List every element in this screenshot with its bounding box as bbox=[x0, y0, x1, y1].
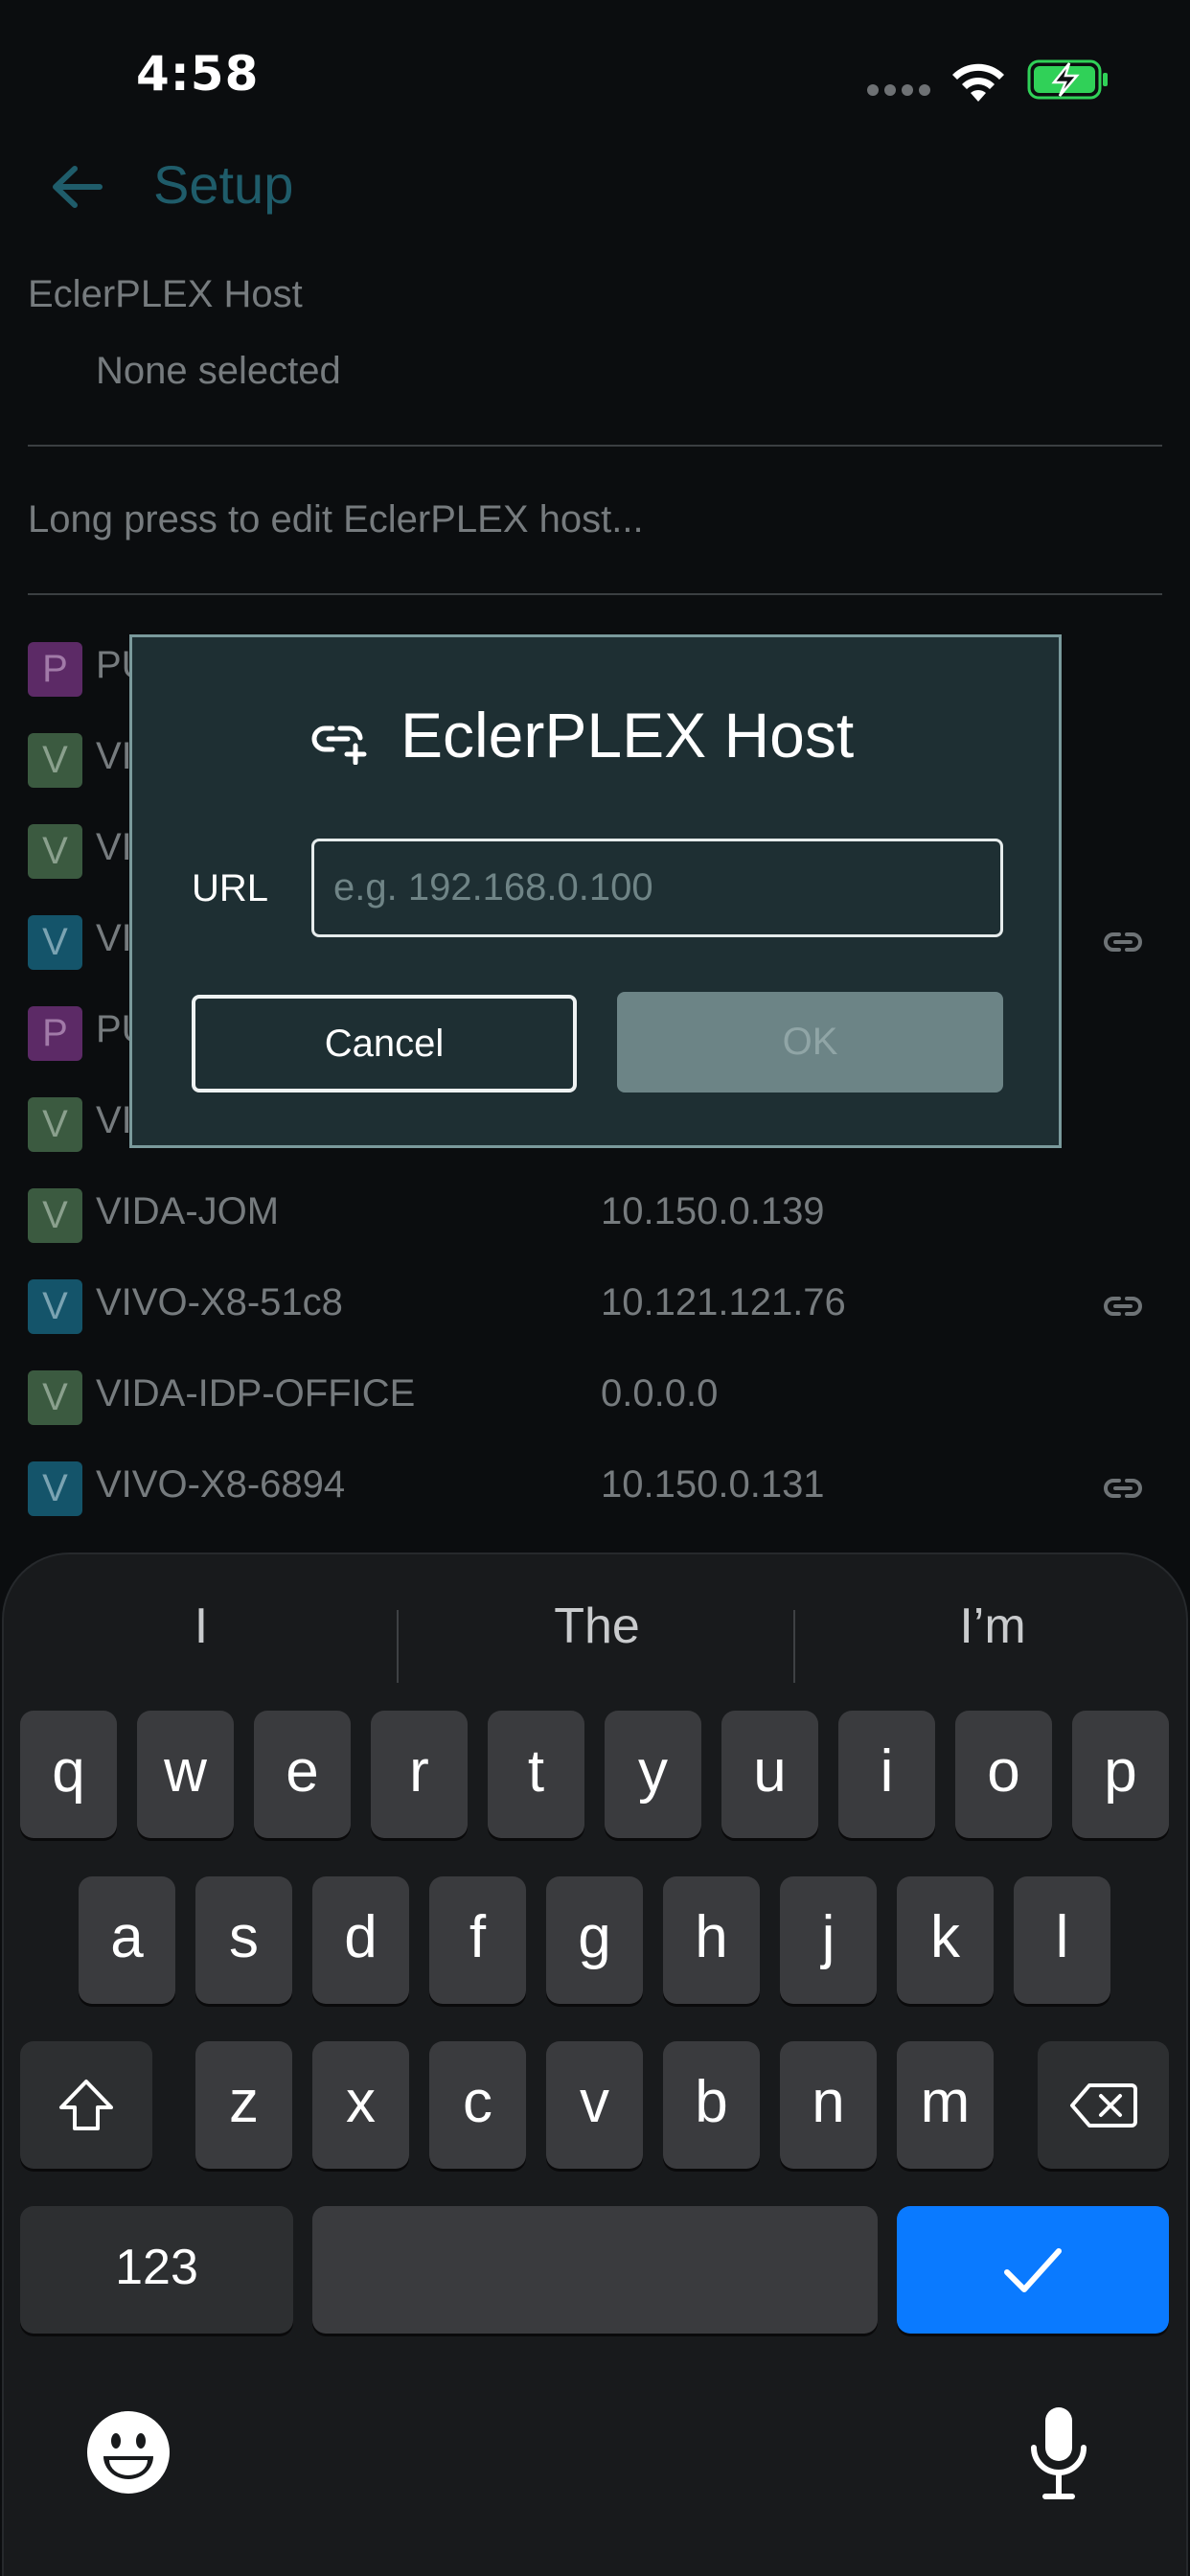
device-ip: 10.150.0.131 bbox=[601, 1463, 825, 1506]
device-name: VI bbox=[96, 735, 132, 777]
key-c[interactable]: c bbox=[429, 2041, 526, 2169]
device-type-badge: V bbox=[28, 1188, 82, 1243]
suggestion[interactable]: I’m bbox=[795, 1574, 1190, 1679]
key-k[interactable]: k bbox=[897, 1876, 994, 2004]
device-type-badge: V bbox=[28, 1461, 82, 1516]
page-title: Setup bbox=[153, 154, 294, 215]
key-q[interactable]: q bbox=[20, 1711, 117, 1838]
host-value[interactable]: None selected bbox=[96, 350, 341, 393]
key-v[interactable]: v bbox=[546, 2041, 643, 2169]
ok-button[interactable]: OK bbox=[617, 992, 1003, 1092]
status-time: 4:58 bbox=[136, 46, 260, 102]
list-item[interactable]: V VIVO-X8-51c8 10.121.121.76 bbox=[0, 1268, 1190, 1345]
checkmark-icon bbox=[1004, 2247, 1062, 2292]
device-type-badge: V bbox=[28, 1097, 82, 1152]
key-f[interactable]: f bbox=[429, 1876, 526, 2004]
url-input[interactable] bbox=[311, 839, 1003, 937]
device-type-badge: V bbox=[28, 1370, 82, 1425]
key-g[interactable]: g bbox=[546, 1876, 643, 2004]
link-icon[interactable] bbox=[1102, 925, 1144, 959]
emoji-icon[interactable] bbox=[86, 2410, 171, 2495]
link-icon[interactable] bbox=[1102, 1289, 1144, 1323]
device-ip: 10.150.0.139 bbox=[601, 1190, 825, 1232]
key-l[interactable]: l bbox=[1014, 1876, 1110, 2004]
suggestion[interactable]: I bbox=[4, 1574, 399, 1679]
key-i[interactable]: i bbox=[838, 1711, 935, 1838]
device-type-badge: V bbox=[28, 824, 82, 879]
key-x[interactable]: x bbox=[312, 2041, 409, 2169]
list-item[interactable]: V VIDA-JOM 10.150.0.139 bbox=[0, 1177, 1190, 1254]
shift-icon bbox=[59, 2079, 113, 2130]
device-type-badge: V bbox=[28, 1279, 82, 1334]
key-u[interactable]: u bbox=[721, 1711, 818, 1838]
back-arrow-icon[interactable] bbox=[50, 165, 103, 209]
add-link-icon bbox=[311, 725, 367, 765]
key-n[interactable]: n bbox=[780, 2041, 877, 2169]
space-key[interactable] bbox=[312, 2206, 878, 2334]
host-label: EclerPLEX Host bbox=[28, 273, 303, 315]
key-p[interactable]: p bbox=[1072, 1711, 1169, 1838]
key-r[interactable]: r bbox=[371, 1711, 468, 1838]
link-icon[interactable] bbox=[1102, 1471, 1144, 1506]
delete-key[interactable] bbox=[1038, 2041, 1169, 2169]
key-s[interactable]: s bbox=[195, 1876, 292, 2004]
wifi-icon bbox=[952, 63, 1004, 102]
device-name: VIDA-JOM bbox=[96, 1190, 280, 1232]
suggestion[interactable]: The bbox=[400, 1574, 794, 1679]
device-type-badge: V bbox=[28, 915, 82, 970]
host-dialog: EclerPLEX Host URL Cancel OK bbox=[129, 634, 1062, 1148]
device-type-badge: P bbox=[28, 642, 82, 697]
device-name: VIVO-X8-6894 bbox=[96, 1463, 346, 1506]
device-name: VI bbox=[96, 917, 132, 959]
device-name: VI bbox=[96, 1099, 132, 1141]
suggestion-bar: I The I’m bbox=[4, 1574, 1190, 1683]
list-item[interactable]: V VIVO-X8-6894 10.150.0.131 bbox=[0, 1450, 1190, 1527]
key-d[interactable]: d bbox=[312, 1876, 409, 2004]
app-bar: Setup bbox=[0, 144, 1190, 230]
key-o[interactable]: o bbox=[955, 1711, 1052, 1838]
key-j[interactable]: j bbox=[780, 1876, 877, 2004]
device-ip: 10.121.121.76 bbox=[601, 1281, 846, 1323]
divider bbox=[28, 445, 1162, 447]
key-w[interactable]: w bbox=[137, 1711, 234, 1838]
shift-key[interactable] bbox=[20, 2041, 152, 2169]
device-type-badge: V bbox=[28, 733, 82, 788]
url-label: URL bbox=[192, 867, 269, 909]
dialog-title: EclerPLEX Host bbox=[400, 700, 855, 770]
cellular-signal-icon bbox=[867, 84, 930, 98]
device-name: VIVO-X8-51c8 bbox=[96, 1281, 343, 1323]
status-bar: 4:58 bbox=[0, 0, 1190, 144]
device-name: VIDA-IDP-OFFICE bbox=[96, 1372, 416, 1414]
cancel-button[interactable]: Cancel bbox=[192, 995, 577, 1092]
key-y[interactable]: y bbox=[605, 1711, 701, 1838]
numbers-key[interactable]: 123 bbox=[20, 2206, 293, 2334]
divider bbox=[28, 593, 1162, 595]
key-m[interactable]: m bbox=[897, 2041, 994, 2169]
key-h[interactable]: h bbox=[663, 1876, 760, 2004]
microphone-icon[interactable] bbox=[1027, 2405, 1090, 2501]
done-key[interactable] bbox=[897, 2206, 1169, 2334]
device-name: VI bbox=[96, 826, 132, 868]
battery-charging-icon bbox=[1027, 59, 1108, 100]
backspace-icon bbox=[1069, 2082, 1137, 2128]
device-type-badge: P bbox=[28, 1006, 82, 1061]
key-b[interactable]: b bbox=[663, 2041, 760, 2169]
key-e[interactable]: e bbox=[254, 1711, 351, 1838]
edit-host-hint[interactable]: Long press to edit EclerPLEX host... bbox=[28, 498, 644, 541]
divider bbox=[397, 1610, 399, 1683]
key-t[interactable]: t bbox=[488, 1711, 584, 1838]
key-z[interactable]: z bbox=[195, 2041, 292, 2169]
key-a[interactable]: a bbox=[79, 1876, 175, 2004]
device-ip: 0.0.0.0 bbox=[601, 1372, 719, 1414]
list-item[interactable]: V VIDA-IDP-OFFICE 0.0.0.0 bbox=[0, 1359, 1190, 1436]
